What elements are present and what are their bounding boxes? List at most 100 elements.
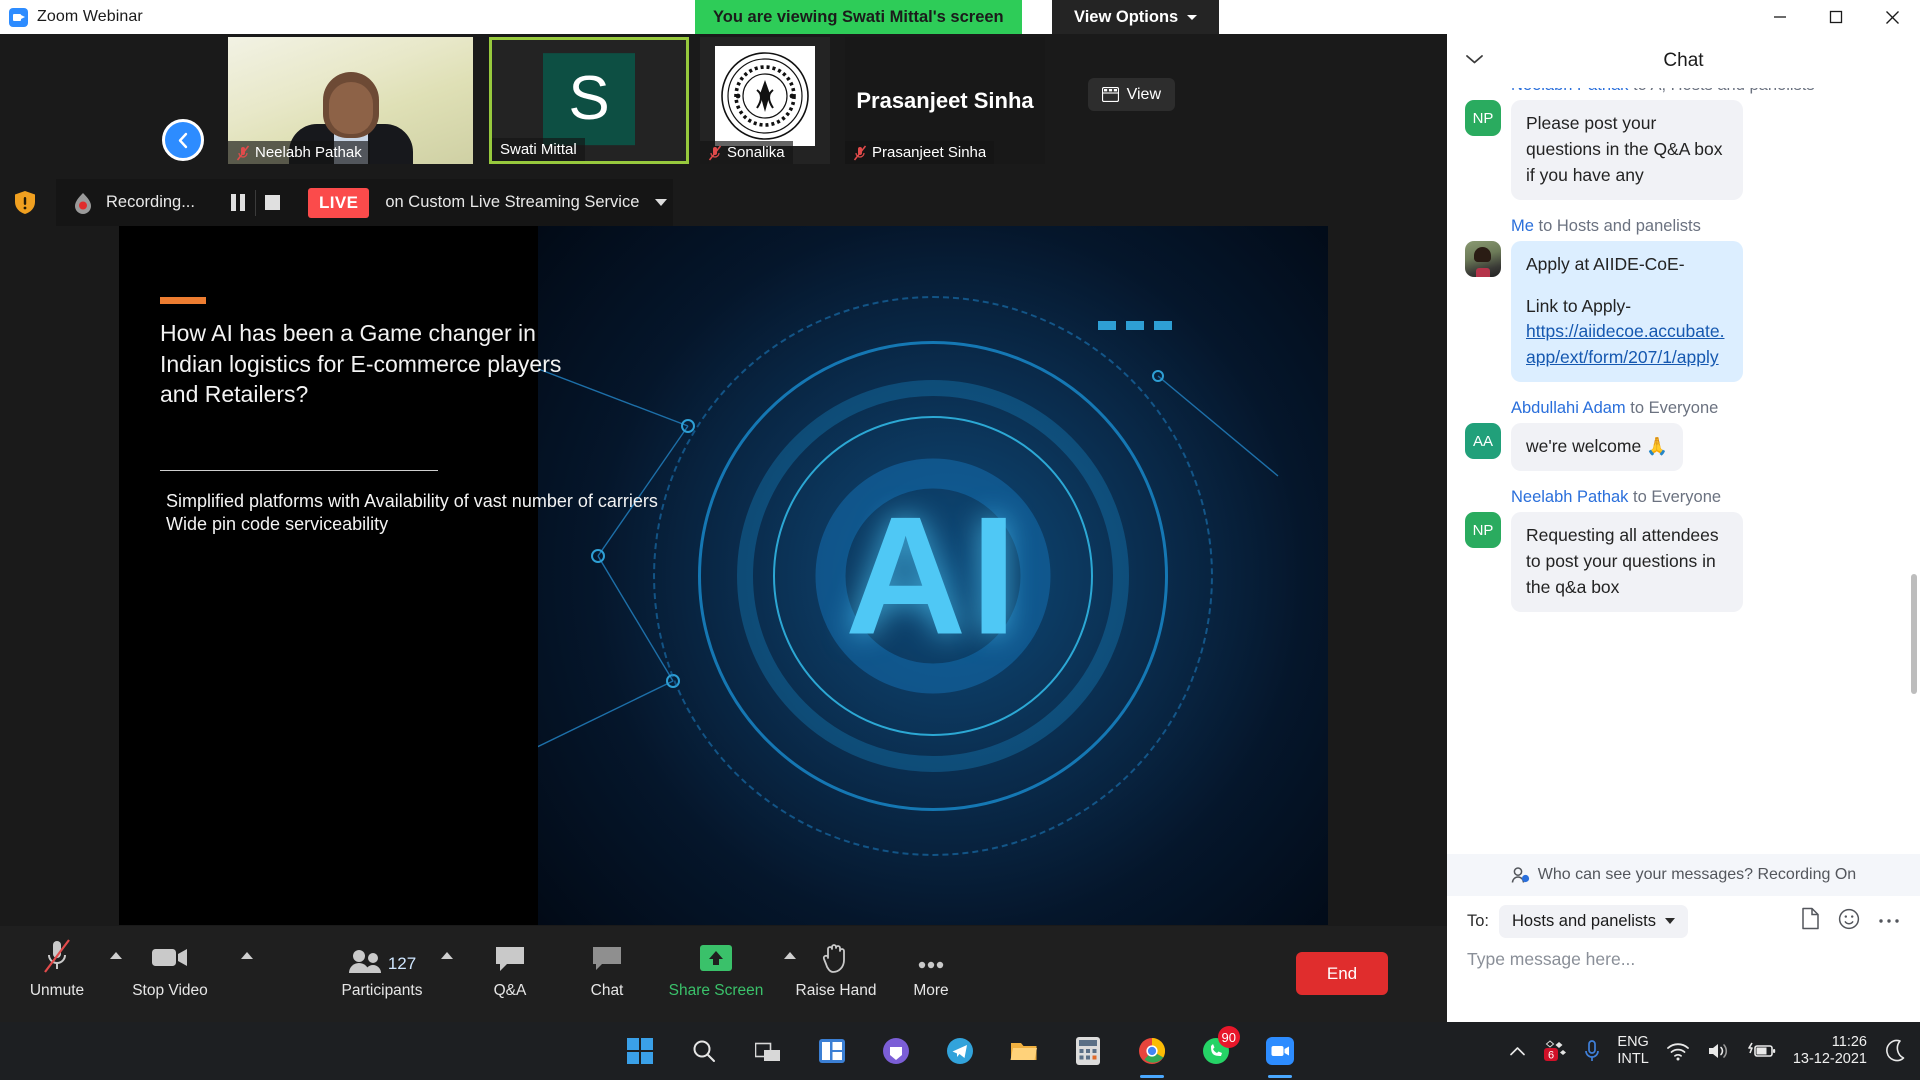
- chevron-down-icon: [1665, 918, 1676, 924]
- avatar-initials: AA: [1472, 432, 1493, 450]
- participant-name-label: Neelabh Pathak: [228, 141, 370, 164]
- participants-chevron-up-icon[interactable]: [441, 952, 453, 959]
- participant-filmstrip: Neelabh Pathak S Swati Mittal Sonalika P…: [0, 34, 1447, 179]
- chat-button[interactable]: Chat: [576, 936, 638, 1000]
- whatsapp-button[interactable]: 90: [1193, 1026, 1240, 1074]
- raise-hand-label: Raise Hand: [795, 982, 877, 999]
- sender-recipient: to A, Hosts and panelists: [1633, 88, 1815, 94]
- clock[interactable]: 11:26 13-12-2021: [1793, 1034, 1867, 1068]
- wifi-button[interactable]: [1666, 1042, 1690, 1061]
- telegram-icon: [947, 1038, 973, 1064]
- telegram-button[interactable]: [937, 1028, 983, 1074]
- microphone-tray-button[interactable]: [1584, 1039, 1600, 1063]
- view-options-label: View Options: [1074, 7, 1179, 26]
- chat-message-link[interactable]: https://aiidecoe.accubate.app/ext/form/2…: [1526, 321, 1724, 367]
- task-view-button[interactable]: [745, 1028, 791, 1074]
- participant-tile-3[interactable]: Prasanjeet Sinha Prasanjeet Sinha: [845, 37, 1045, 164]
- chat-message: Neelabh Pathak to A, Hosts and panelists…: [1447, 88, 1920, 200]
- calculator-button[interactable]: [1065, 1028, 1111, 1074]
- chat-more-button[interactable]: [1878, 912, 1900, 930]
- window-controls: [1752, 0, 1920, 34]
- chrome-icon: [1139, 1037, 1166, 1064]
- qa-button[interactable]: Q&A: [480, 936, 540, 1000]
- zoom-taskbar-button[interactable]: [1257, 1028, 1303, 1078]
- teams-button[interactable]: [873, 1028, 919, 1074]
- widgets-button[interactable]: [809, 1028, 855, 1074]
- close-button[interactable]: [1864, 0, 1920, 34]
- share-screen-icon: [698, 936, 734, 974]
- more-button[interactable]: More: [900, 936, 962, 1000]
- audio-options-chevron-up-icon[interactable]: [110, 952, 122, 959]
- share-screen-button[interactable]: Share Screen: [664, 936, 768, 1000]
- avatar: AA: [1465, 423, 1501, 460]
- chat-privacy-notice[interactable]: Who can see your messages? Recording On: [1447, 854, 1920, 896]
- chat-recipient-select[interactable]: Hosts and panelists: [1499, 904, 1689, 938]
- recording-status-bar: Recording... LIVE on Custom Live Streami…: [0, 179, 1447, 226]
- start-windows-icon: [627, 1038, 653, 1064]
- live-stream-chevron-down-icon[interactable]: [655, 199, 668, 206]
- slide-divider: [160, 470, 438, 471]
- view-layout-button[interactable]: View: [1087, 78, 1175, 111]
- emoji-icon: [1838, 908, 1860, 929]
- volume-button[interactable]: [1707, 1041, 1731, 1061]
- filmstrip-prev-button[interactable]: [162, 119, 204, 161]
- notification-center-button[interactable]: [1884, 1039, 1906, 1063]
- tray-notifications-button[interactable]: 6: [1543, 1040, 1567, 1062]
- chat-message-input[interactable]: Type message here...: [1467, 949, 1887, 970]
- chrome-button[interactable]: [1129, 1028, 1175, 1078]
- file-explorer-button[interactable]: [1001, 1028, 1047, 1074]
- participant-name-text: Prasanjeet Sinha: [872, 144, 987, 161]
- chat-message-list[interactable]: Neelabh Pathak to A, Hosts and panelists…: [1447, 88, 1920, 696]
- pause-icon: [230, 194, 245, 211]
- start-button[interactable]: [617, 1028, 663, 1074]
- whatsapp-badge: 90: [1217, 1026, 1240, 1048]
- participant-tile-1[interactable]: S Swati Mittal: [489, 37, 689, 164]
- slide-title-block: How AI has been a Game changer in Indian…: [160, 297, 580, 410]
- stop-video-button[interactable]: Stop Video: [132, 936, 208, 1000]
- pause-recording-button[interactable]: [221, 188, 255, 218]
- end-meeting-button[interactable]: End: [1296, 952, 1388, 995]
- screen-share-banner-text: You are viewing Swati Mittal's screen: [713, 7, 1004, 26]
- participants-label: Participants: [341, 982, 423, 999]
- zoom-icon: [9, 7, 28, 27]
- chat-recipient-row: To: Hosts and panelists: [1447, 896, 1920, 946]
- participants-icon: 127: [348, 936, 416, 974]
- search-button[interactable]: [681, 1028, 727, 1074]
- video-options-chevron-up-icon[interactable]: [241, 952, 253, 959]
- cloud-recording-icon: [75, 192, 91, 214]
- chat-message-sender: Me to Hosts and panelists: [1465, 217, 1896, 236]
- app-title: Zoom Webinar: [37, 8, 143, 25]
- language-indicator[interactable]: ENG INTL: [1617, 1034, 1648, 1067]
- presentation-slide[interactable]: AI How AI has been a Game changer in Ind…: [119, 226, 1328, 925]
- tray-expand-button[interactable]: [1509, 1046, 1526, 1057]
- file-attach-button[interactable]: [1801, 907, 1820, 935]
- window-title-bar: Zoom Webinar You are viewing Swati Mitta…: [0, 0, 1920, 34]
- chat-collapse-button[interactable]: [1465, 52, 1484, 70]
- chat-panel-title: Chat: [1663, 50, 1704, 71]
- participant-avatar: S: [543, 52, 635, 145]
- raise-hand-button[interactable]: Raise Hand: [786, 936, 886, 1000]
- participant-name-text: Neelabh Pathak: [255, 144, 362, 161]
- chevron-down-icon: [1466, 55, 1483, 64]
- minimize-button[interactable]: [1752, 0, 1808, 34]
- emoji-button[interactable]: [1838, 908, 1860, 935]
- participant-tile-0[interactable]: Neelabh Pathak: [228, 37, 473, 164]
- participant-display-name: Prasanjeet Sinha: [856, 87, 1034, 113]
- battery-charging-icon: [1748, 1042, 1776, 1057]
- participants-button[interactable]: 127 Participants: [336, 936, 428, 1000]
- sender-name: Abdullahi Adam: [1511, 399, 1626, 418]
- stop-recording-button[interactable]: [256, 188, 290, 218]
- more-label: More: [913, 982, 949, 999]
- unmute-button[interactable]: Unmute: [26, 936, 88, 1000]
- person-privacy-icon: [1511, 866, 1529, 883]
- view-options-button[interactable]: View Options: [1052, 0, 1220, 34]
- maximize-button[interactable]: [1808, 0, 1864, 34]
- minimize-icon: [1774, 16, 1786, 18]
- participant-name-label: Swati Mittal: [492, 138, 585, 161]
- chat-scrollbar[interactable]: [1911, 574, 1917, 694]
- avatar: NP: [1465, 512, 1501, 549]
- battery-button[interactable]: [1748, 1042, 1776, 1060]
- chat-panel: Chat Neelabh Pathak to A, Hosts and pane…: [1447, 34, 1920, 1046]
- chat-message-text: Requesting all attendees to post your qu…: [1511, 512, 1743, 612]
- participant-tile-2[interactable]: Sonalika: [700, 37, 830, 164]
